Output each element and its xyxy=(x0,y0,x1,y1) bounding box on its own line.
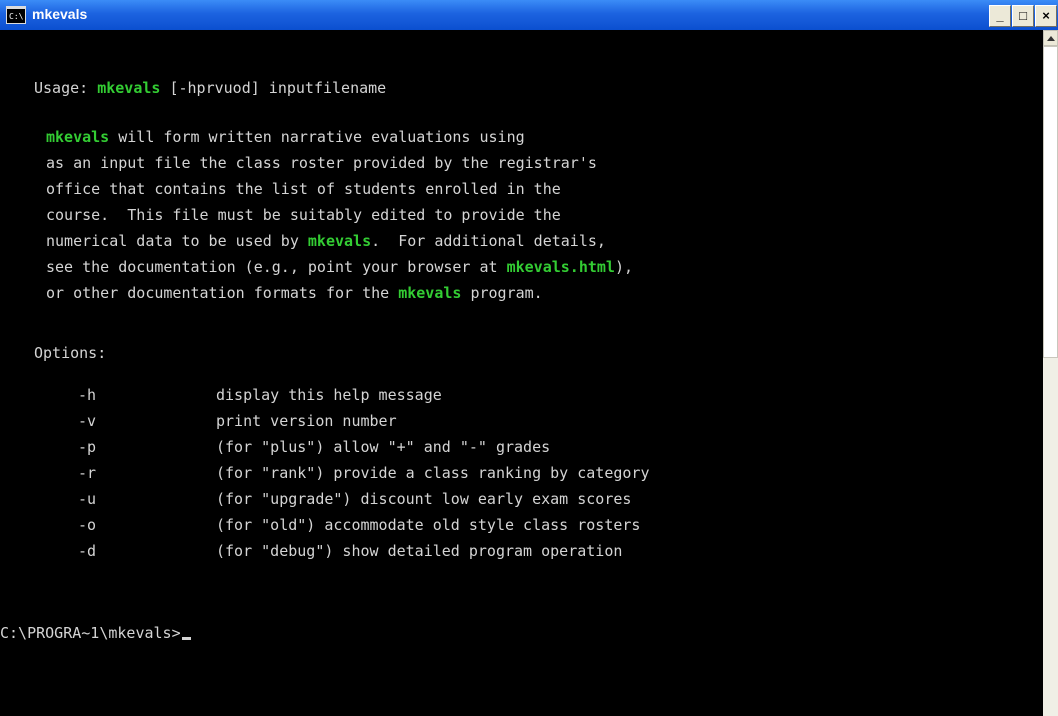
description-text: will form written narrative evaluations … xyxy=(109,128,525,146)
option-description: display this help message xyxy=(216,386,442,404)
option-description: (for "plus") allow "+" and "-" grades xyxy=(216,438,551,456)
scroll-thumb[interactable] xyxy=(1043,46,1058,358)
vertical-scrollbar[interactable] xyxy=(1043,30,1058,716)
console-output[interactable]: Usage: mkevals [-hprvuod] inputfilename … xyxy=(0,30,1043,716)
scroll-up-arrow-icon[interactable] xyxy=(1043,30,1058,46)
window-title: mkevals xyxy=(32,6,88,22)
option-description: (for "debug") show detailed program oper… xyxy=(216,542,623,560)
options-heading: Options: xyxy=(34,344,107,362)
minimize-button[interactable]: _ xyxy=(989,5,1011,27)
highlighted-term: mkevals xyxy=(307,232,372,250)
option-description: print version number xyxy=(216,412,397,430)
option-flag: -r xyxy=(78,464,97,482)
highlighted-term: mkevals xyxy=(398,284,462,302)
usage-line: Usage: mkevals [-hprvuod] inputfilename xyxy=(34,78,386,98)
option-flag: -h xyxy=(78,386,97,404)
option-description: (for "upgrade") discount low early exam … xyxy=(216,490,632,508)
description-text: course. This file must be suitably edite… xyxy=(46,206,561,224)
option-flag: -v xyxy=(78,412,97,430)
description-text: . For additional details, xyxy=(371,232,606,250)
description-text: office that contains the list of student… xyxy=(46,180,561,198)
svg-text:C:\: C:\ xyxy=(9,12,24,21)
description-line: course. This file must be suitably edite… xyxy=(46,205,561,225)
usage-prefix: Usage: xyxy=(34,79,98,97)
option-description: (for "rank") provide a class ranking by … xyxy=(216,464,650,482)
description-text: numerical data to be used by xyxy=(46,232,308,250)
text-cursor xyxy=(181,637,191,640)
option-flag: -o xyxy=(78,516,97,534)
option-flag: -d xyxy=(78,542,97,560)
description-line: see the documentation (e.g., point your … xyxy=(46,257,633,277)
prompt-path: C:\PROGRA~1\mkevals> xyxy=(0,624,181,642)
usage-command: mkevals xyxy=(97,79,161,97)
description-line: as an input file the class roster provid… xyxy=(46,153,597,173)
usage-args: [-hprvuod] inputfilename xyxy=(160,79,387,97)
maximize-button[interactable]: □ xyxy=(1012,5,1034,27)
option-flag: -u xyxy=(78,490,97,508)
description-line: mkevals will form written narrative eval… xyxy=(46,127,525,147)
description-text: program. xyxy=(461,284,543,302)
description-text: see the documentation (e.g., point your … xyxy=(46,258,507,276)
close-button[interactable]: × xyxy=(1035,5,1057,27)
option-description: (for "old") accommodate old style class … xyxy=(216,516,641,534)
description-text: or other documentation formats for the xyxy=(46,284,399,302)
option-flag: -p xyxy=(78,438,97,456)
title-bar[interactable]: C:\ mkevals _ □ × xyxy=(0,0,1058,30)
description-text: ), xyxy=(614,258,634,276)
console-app-icon: C:\ xyxy=(6,6,26,24)
description-line: office that contains the list of student… xyxy=(46,179,561,199)
highlighted-term: mkevals.html xyxy=(506,258,615,276)
description-text: as an input file the class roster provid… xyxy=(46,154,597,172)
highlighted-term: mkevals xyxy=(46,128,110,146)
description-line: or other documentation formats for the m… xyxy=(46,283,543,303)
command-prompt[interactable]: C:\PROGRA~1\mkevals> xyxy=(0,623,191,643)
description-line: numerical data to be used by mkevals. Fo… xyxy=(46,231,606,251)
